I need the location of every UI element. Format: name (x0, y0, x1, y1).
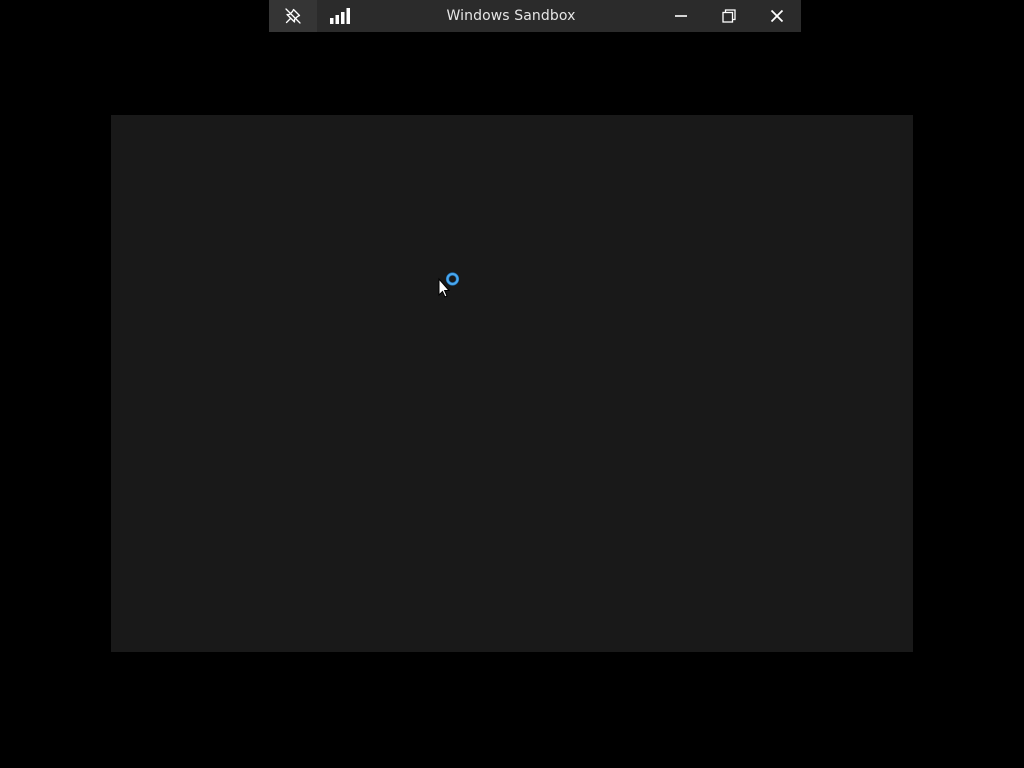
window-title: Windows Sandbox (446, 8, 576, 24)
remote-session-screen: Windows Sandbox (0, 0, 1024, 768)
close-icon (770, 9, 784, 23)
connection-info-button[interactable] (317, 0, 365, 32)
minimize-icon (675, 15, 687, 17)
minimize-button[interactable] (657, 0, 705, 32)
busy-pointer-icon (438, 272, 460, 298)
close-button[interactable] (753, 0, 801, 32)
restore-icon (722, 9, 736, 23)
sandbox-display[interactable] (111, 115, 913, 652)
unpin-icon (285, 8, 301, 24)
connection-bar[interactable]: Windows Sandbox (269, 0, 801, 32)
connection-quality-icon (330, 8, 350, 24)
pin-button[interactable] (269, 0, 317, 32)
restore-button[interactable] (705, 0, 753, 32)
